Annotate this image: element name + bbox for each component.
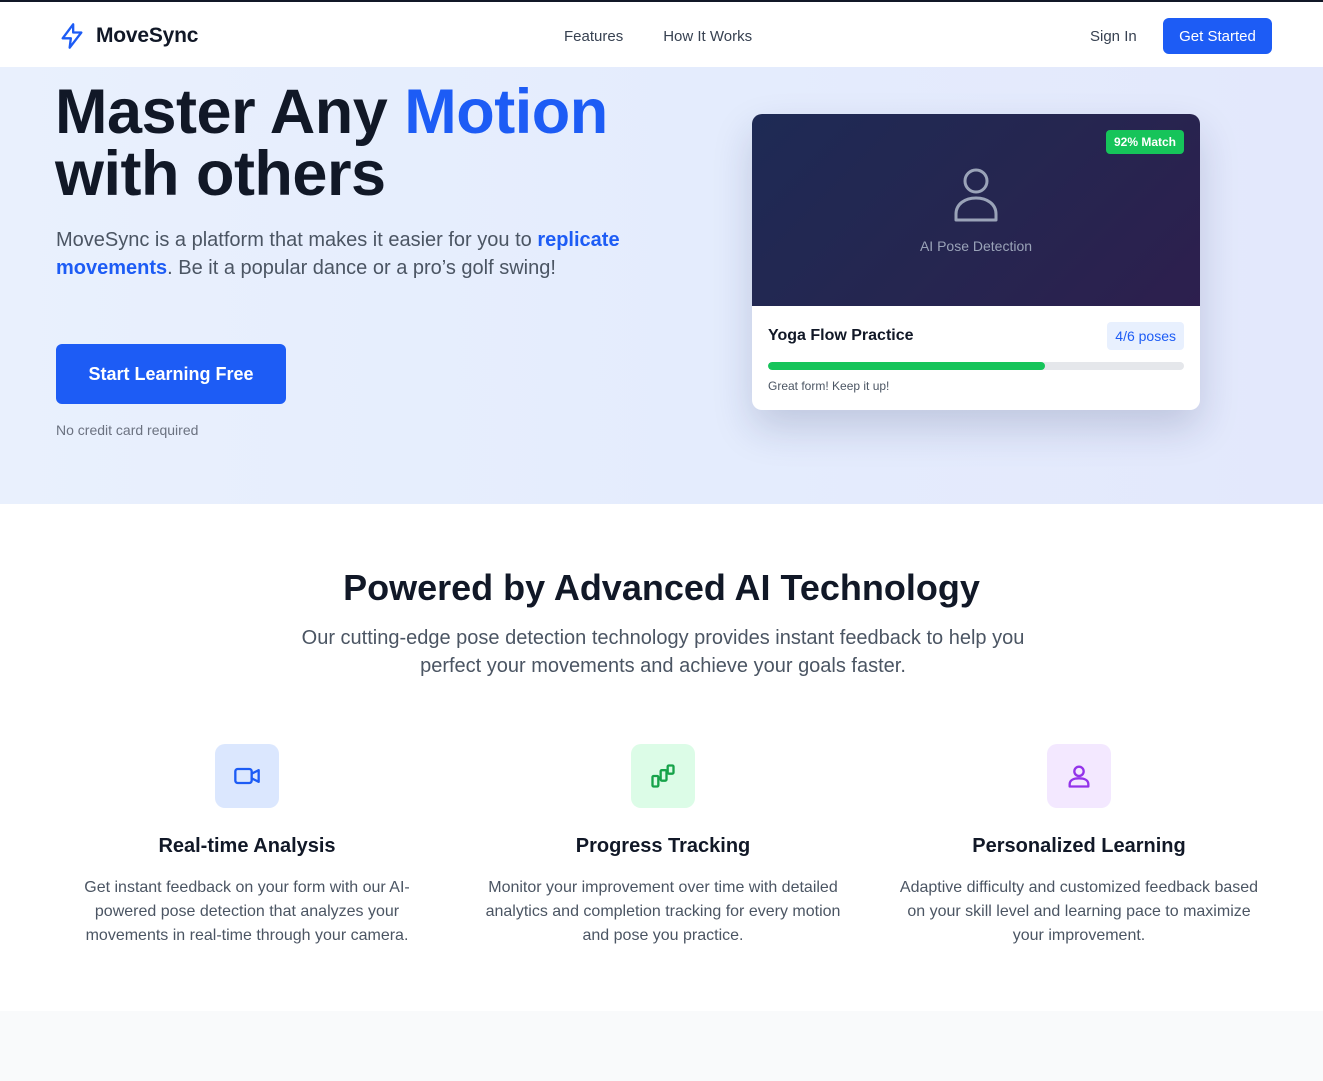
- feature-title: Real-time Analysis: [158, 835, 336, 857]
- feature-card-realtime-analysis: Real-time Analysis Get instant feedback …: [55, 744, 439, 948]
- hero-description: MoveSync is a platform that makes it eas…: [56, 226, 636, 282]
- no-credit-card-note: No credit card required: [56, 422, 199, 438]
- hero-section: Master Any Motion with others MoveSync i…: [0, 67, 1323, 504]
- next-section-band: [0, 1011, 1323, 1081]
- brand-name: MoveSync: [96, 24, 199, 47]
- nav-links: Features How It Works: [564, 28, 752, 45]
- feature-card-progress-tracking: Progress Tracking Monitor your improveme…: [471, 744, 855, 948]
- features-section-title: Powered by Advanced AI Technology: [343, 567, 980, 608]
- progress-chart-icon: [651, 764, 675, 788]
- pose-demo-card: 92% Match AI Pose Detection Yoga Flow Pr…: [752, 114, 1200, 410]
- poses-count-badge: 4/6 poses: [1107, 322, 1184, 350]
- pose-detection-label: AI Pose Detection: [919, 238, 1033, 254]
- top-navbar: MoveSync Features How It Works Sign In G…: [0, 4, 1323, 69]
- feedback-text: Great form! Keep it up!: [768, 379, 890, 393]
- start-learning-button[interactable]: Start Learning Free: [56, 344, 286, 404]
- progress-bar-fill: [768, 362, 1046, 370]
- hero-title: Master Any Motion with others: [55, 81, 608, 206]
- get-started-button[interactable]: Get Started: [1163, 18, 1272, 54]
- brand-logo[interactable]: MoveSync: [58, 22, 198, 50]
- hero-title-part1: Master Any: [55, 77, 405, 147]
- feature-icon-box: [1047, 744, 1111, 808]
- pose-video-preview: 92% Match AI Pose Detection: [752, 114, 1200, 306]
- feature-description: Get instant feedback on your form with o…: [84, 879, 410, 944]
- feature-title: Progress Tracking: [575, 835, 751, 857]
- feature-card-personalized-learning: Personalized Learning Adaptive difficult…: [887, 744, 1271, 948]
- hero-desc-part1: MoveSync is a platform that makes it eas…: [56, 229, 538, 251]
- person-icon: [954, 168, 998, 222]
- nav-link-how-it-works[interactable]: How It Works: [663, 28, 752, 45]
- user-icon: [1068, 765, 1090, 788]
- feature-icon-box: [631, 744, 695, 808]
- hero-title-accent: Motion: [404, 77, 608, 147]
- session-title: Yoga Flow Practice: [768, 327, 914, 344]
- feature-description: Monitor your improvement over time with …: [485, 879, 841, 944]
- feature-description: Adaptive difficulty and customized feedb…: [899, 879, 1259, 944]
- match-badge: 92% Match: [1105, 130, 1184, 154]
- video-camera-icon: [234, 767, 260, 785]
- feature-icon-box: [215, 744, 279, 808]
- features-section-subtitle: Our cutting-edge pose detection technolo…: [301, 627, 1025, 677]
- nav-link-features[interactable]: Features: [564, 28, 623, 45]
- feature-title: Personalized Learning: [972, 835, 1186, 857]
- progress-bar: [768, 362, 1184, 370]
- hero-title-part2: with others: [55, 139, 386, 209]
- sign-in-link[interactable]: Sign In: [1090, 28, 1137, 45]
- hero-desc-part2: . Be it a popular dance or a pro’s golf …: [167, 257, 556, 279]
- lightning-bolt-icon: [61, 23, 83, 49]
